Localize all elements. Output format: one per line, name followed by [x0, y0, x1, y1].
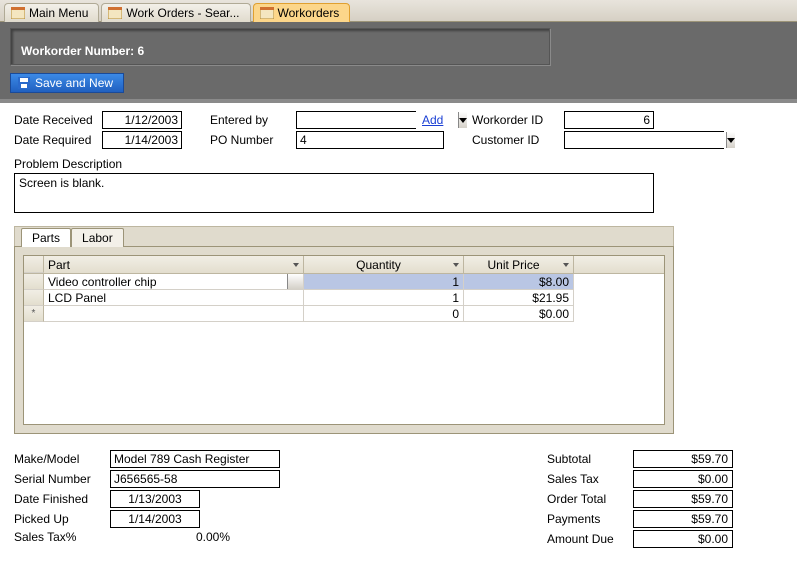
table-row-new[interactable]: * 0 $0.00 — [24, 306, 664, 322]
make-model-label: Make/Model — [14, 452, 104, 466]
subtotal-label: Subtotal — [547, 452, 627, 466]
cell-part[interactable]: LCD Panel — [44, 290, 304, 306]
picked-up-field[interactable] — [110, 510, 200, 528]
date-received-field[interactable] — [102, 111, 182, 129]
chevron-down-icon — [563, 263, 569, 267]
serial-number-label: Serial Number — [14, 472, 104, 486]
tab-labor[interactable]: Labor — [71, 228, 124, 247]
cell-unit-price[interactable]: $0.00 — [464, 306, 574, 322]
order-total-label: Order Total — [547, 492, 627, 506]
form-header: Workorder Number: 6 Save and New — [0, 22, 797, 103]
sales-tax-pct-value: 0.00% — [110, 530, 230, 544]
page-title: Workorder Number: 6 — [21, 31, 144, 61]
form-body: Date Received Date Required Entered by A… — [0, 103, 797, 570]
serial-number-field[interactable] — [110, 470, 280, 488]
cell-unit-price[interactable]: $21.95 — [464, 290, 574, 306]
subform-panel: Part Quantity Unit Price Video controlle… — [14, 246, 674, 434]
cell-part[interactable] — [44, 306, 304, 322]
date-received-label: Date Received — [14, 113, 96, 127]
sales-tax-label: Sales Tax — [547, 472, 627, 486]
entered-by-combo[interactable] — [296, 111, 416, 129]
date-finished-label: Date Finished — [14, 492, 104, 506]
problem-description-label: Problem Description — [14, 157, 783, 171]
sales-tax-pct-label: Sales Tax% — [14, 530, 104, 544]
subtotal-value: $59.70 — [633, 450, 733, 468]
subform-tabs: Parts Labor — [14, 226, 674, 246]
amount-due-label: Amount Due — [547, 532, 627, 546]
amount-due-value: $0.00 — [633, 530, 733, 548]
chevron-down-icon — [453, 263, 459, 267]
title-box: Workorder Number: 6 — [10, 28, 550, 65]
cell-part[interactable]: Video controller chip — [44, 274, 304, 290]
po-number-label: PO Number — [210, 133, 290, 147]
picked-up-label: Picked Up — [14, 512, 104, 526]
save-and-new-button[interactable]: Save and New — [10, 73, 124, 93]
workorder-id-field[interactable] — [564, 111, 654, 129]
entered-by-label: Entered by — [210, 113, 290, 127]
add-entered-by-link[interactable]: Add — [422, 113, 443, 127]
cell-quantity[interactable]: 1 — [304, 274, 464, 290]
tab-parts[interactable]: Parts — [21, 228, 71, 247]
chevron-down-icon[interactable] — [287, 274, 303, 289]
document-tabs: Main Menu Work Orders - Sear... Workorde… — [0, 0, 797, 22]
column-header-part[interactable]: Part — [44, 256, 304, 273]
customer-id-combo[interactable] — [564, 131, 724, 149]
sales-tax-value: $0.00 — [633, 470, 733, 488]
column-header-unit-price[interactable]: Unit Price — [464, 256, 574, 273]
form-icon — [260, 7, 274, 19]
doc-tab-label: Work Orders - Sear... — [126, 6, 239, 20]
payments-label: Payments — [547, 512, 627, 526]
table-row[interactable]: LCD Panel 1 $21.95 — [24, 290, 664, 306]
customer-id-label: Customer ID — [472, 133, 558, 147]
cell-unit-price[interactable]: $8.00 — [464, 274, 574, 290]
form-icon — [11, 7, 25, 19]
doc-tab-work-orders-search[interactable]: Work Orders - Sear... — [101, 3, 250, 22]
footer-right: Subtotal $59.70 Sales Tax $0.00 Order Tota… — [547, 450, 733, 550]
datasheet-body[interactable]: Video controller chip 1 $8.00 LCD Panel … — [24, 274, 664, 424]
doc-tab-main-menu[interactable]: Main Menu — [4, 3, 99, 22]
row-selector[interactable] — [24, 290, 44, 306]
doc-tab-workorders[interactable]: Workorders — [253, 3, 351, 22]
footer-left: Make/Model Serial Number Date Finished P… — [14, 450, 280, 550]
datasheet-header: Part Quantity Unit Price — [24, 256, 664, 274]
date-finished-field[interactable] — [110, 490, 200, 508]
date-required-field[interactable] — [102, 131, 182, 149]
workorder-id-label: Workorder ID — [472, 113, 558, 127]
row-selector[interactable] — [24, 274, 44, 290]
cell-quantity[interactable]: 1 — [304, 290, 464, 306]
new-record-icon[interactable]: * — [24, 306, 44, 322]
parts-datasheet: Part Quantity Unit Price Video controlle… — [23, 255, 665, 425]
customer-id-input[interactable] — [565, 132, 726, 148]
problem-description-field[interactable]: Screen is blank. — [14, 173, 654, 213]
chevron-down-icon[interactable] — [458, 112, 467, 128]
chevron-down-icon[interactable] — [726, 132, 735, 148]
doc-tab-label: Main Menu — [29, 6, 88, 20]
make-model-field[interactable] — [110, 450, 280, 468]
payments-value: $59.70 — [633, 510, 733, 528]
save-button-label: Save and New — [35, 76, 113, 90]
form-icon — [108, 7, 122, 19]
chevron-down-icon — [293, 263, 299, 267]
column-header-quantity[interactable]: Quantity — [304, 256, 464, 273]
cell-quantity[interactable]: 0 — [304, 306, 464, 322]
date-required-label: Date Required — [14, 133, 96, 147]
order-total-value: $59.70 — [633, 490, 733, 508]
row-selector-header[interactable] — [24, 256, 44, 273]
save-icon — [17, 76, 31, 90]
doc-tab-label: Workorders — [278, 6, 340, 20]
po-number-field[interactable] — [296, 131, 444, 149]
table-row[interactable]: Video controller chip 1 $8.00 — [24, 274, 664, 290]
